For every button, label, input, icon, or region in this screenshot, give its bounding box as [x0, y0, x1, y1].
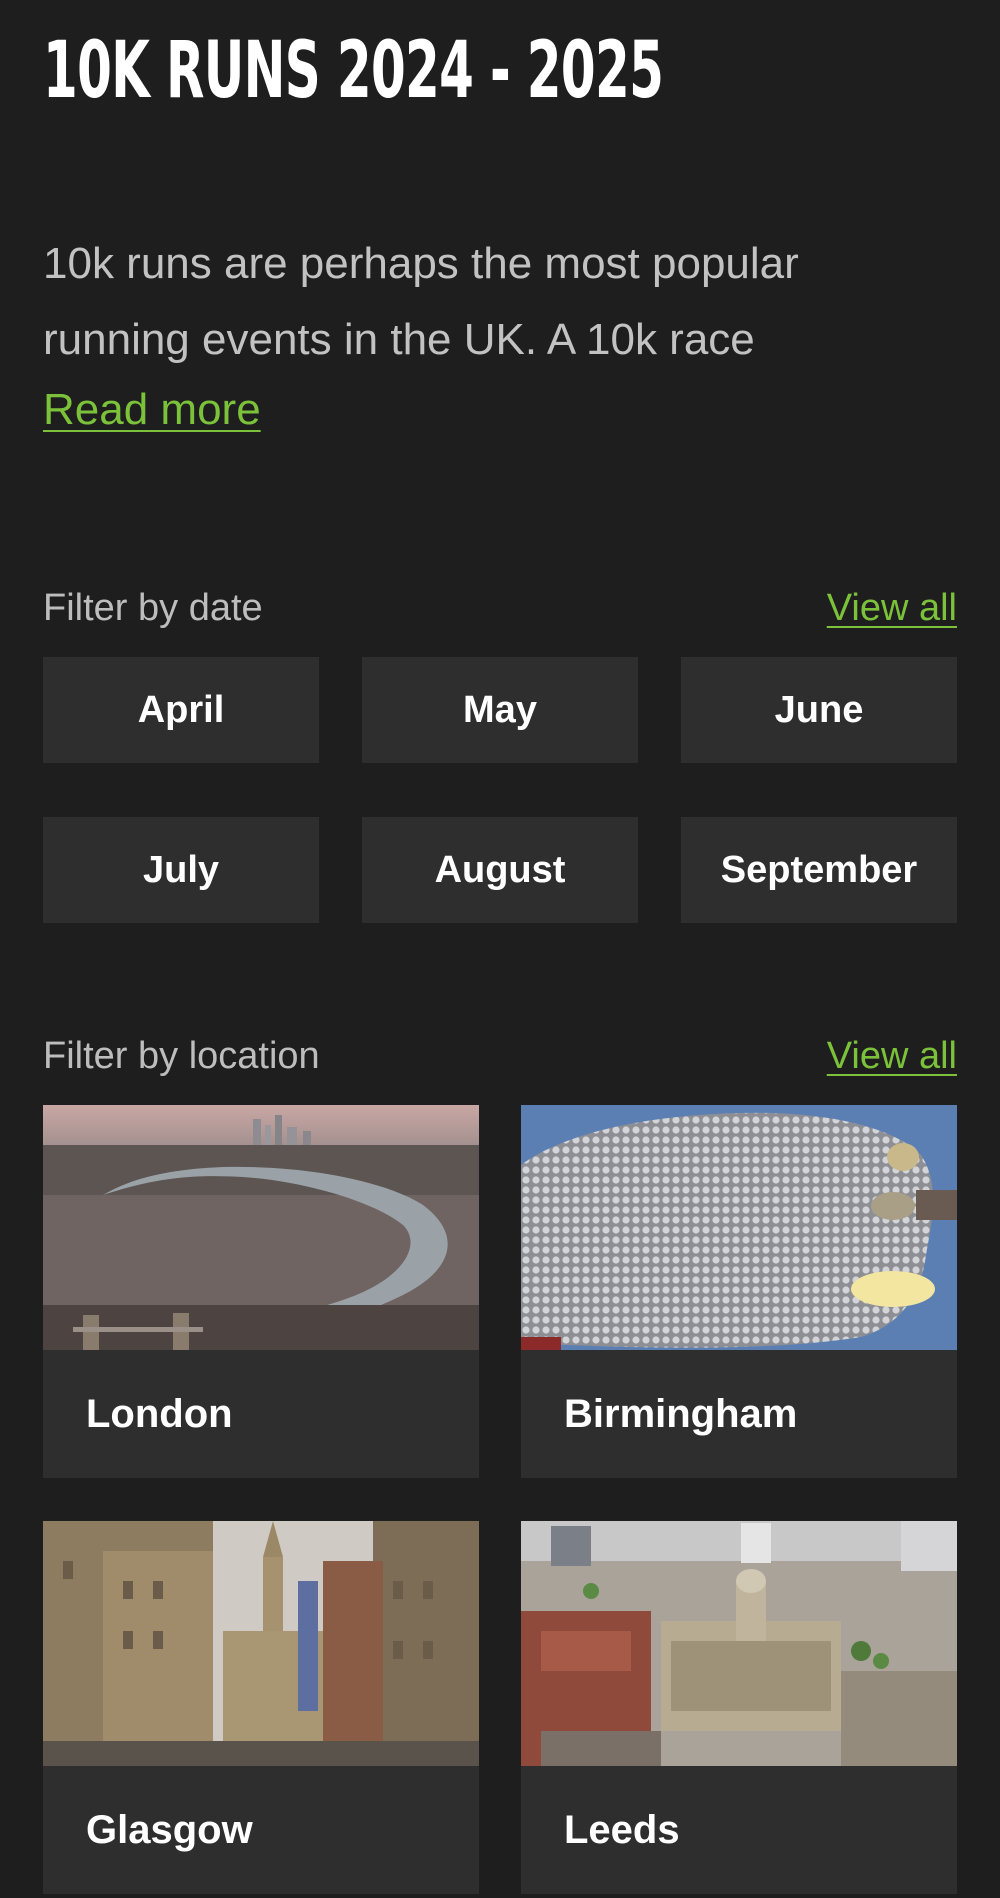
- city-card-birmingham[interactable]: Birmingham: [521, 1105, 957, 1478]
- date-filter-label: Filter by date: [43, 587, 263, 629]
- month-button-august[interactable]: August: [362, 817, 638, 923]
- city-label: Birmingham: [564, 1391, 798, 1436]
- month-button-may[interactable]: May: [362, 657, 638, 763]
- glasgow-photo: [43, 1521, 479, 1766]
- city-card-glasgow[interactable]: Glasgow: [43, 1521, 479, 1894]
- birmingham-photo: [521, 1105, 957, 1350]
- date-view-all-link[interactable]: View all: [827, 583, 957, 633]
- leeds-photo: [521, 1521, 957, 1766]
- month-button-april[interactable]: April: [43, 657, 319, 763]
- month-grid: April May June July August September: [43, 657, 957, 923]
- city-label: London: [86, 1391, 233, 1436]
- intro-text: 10k runs are perhaps the most popular ru…: [43, 239, 799, 364]
- month-button-june[interactable]: June: [681, 657, 957, 763]
- month-button-september[interactable]: September: [681, 817, 957, 923]
- page-title: 10K RUNS 2024 - 2025: [43, 26, 664, 116]
- city-card-leeds[interactable]: Leeds: [521, 1521, 957, 1894]
- location-view-all-link[interactable]: View all: [827, 1031, 957, 1081]
- location-filter-label: Filter by location: [43, 1035, 320, 1077]
- city-card-london[interactable]: London: [43, 1105, 479, 1478]
- city-grid: London Birmingham Glasgow Leeds: [43, 1105, 957, 1894]
- city-label: Glasgow: [86, 1807, 253, 1852]
- read-more-link[interactable]: Read more: [43, 372, 261, 448]
- london-photo: [43, 1105, 479, 1350]
- month-button-july[interactable]: July: [43, 817, 319, 923]
- city-label: Leeds: [564, 1807, 680, 1852]
